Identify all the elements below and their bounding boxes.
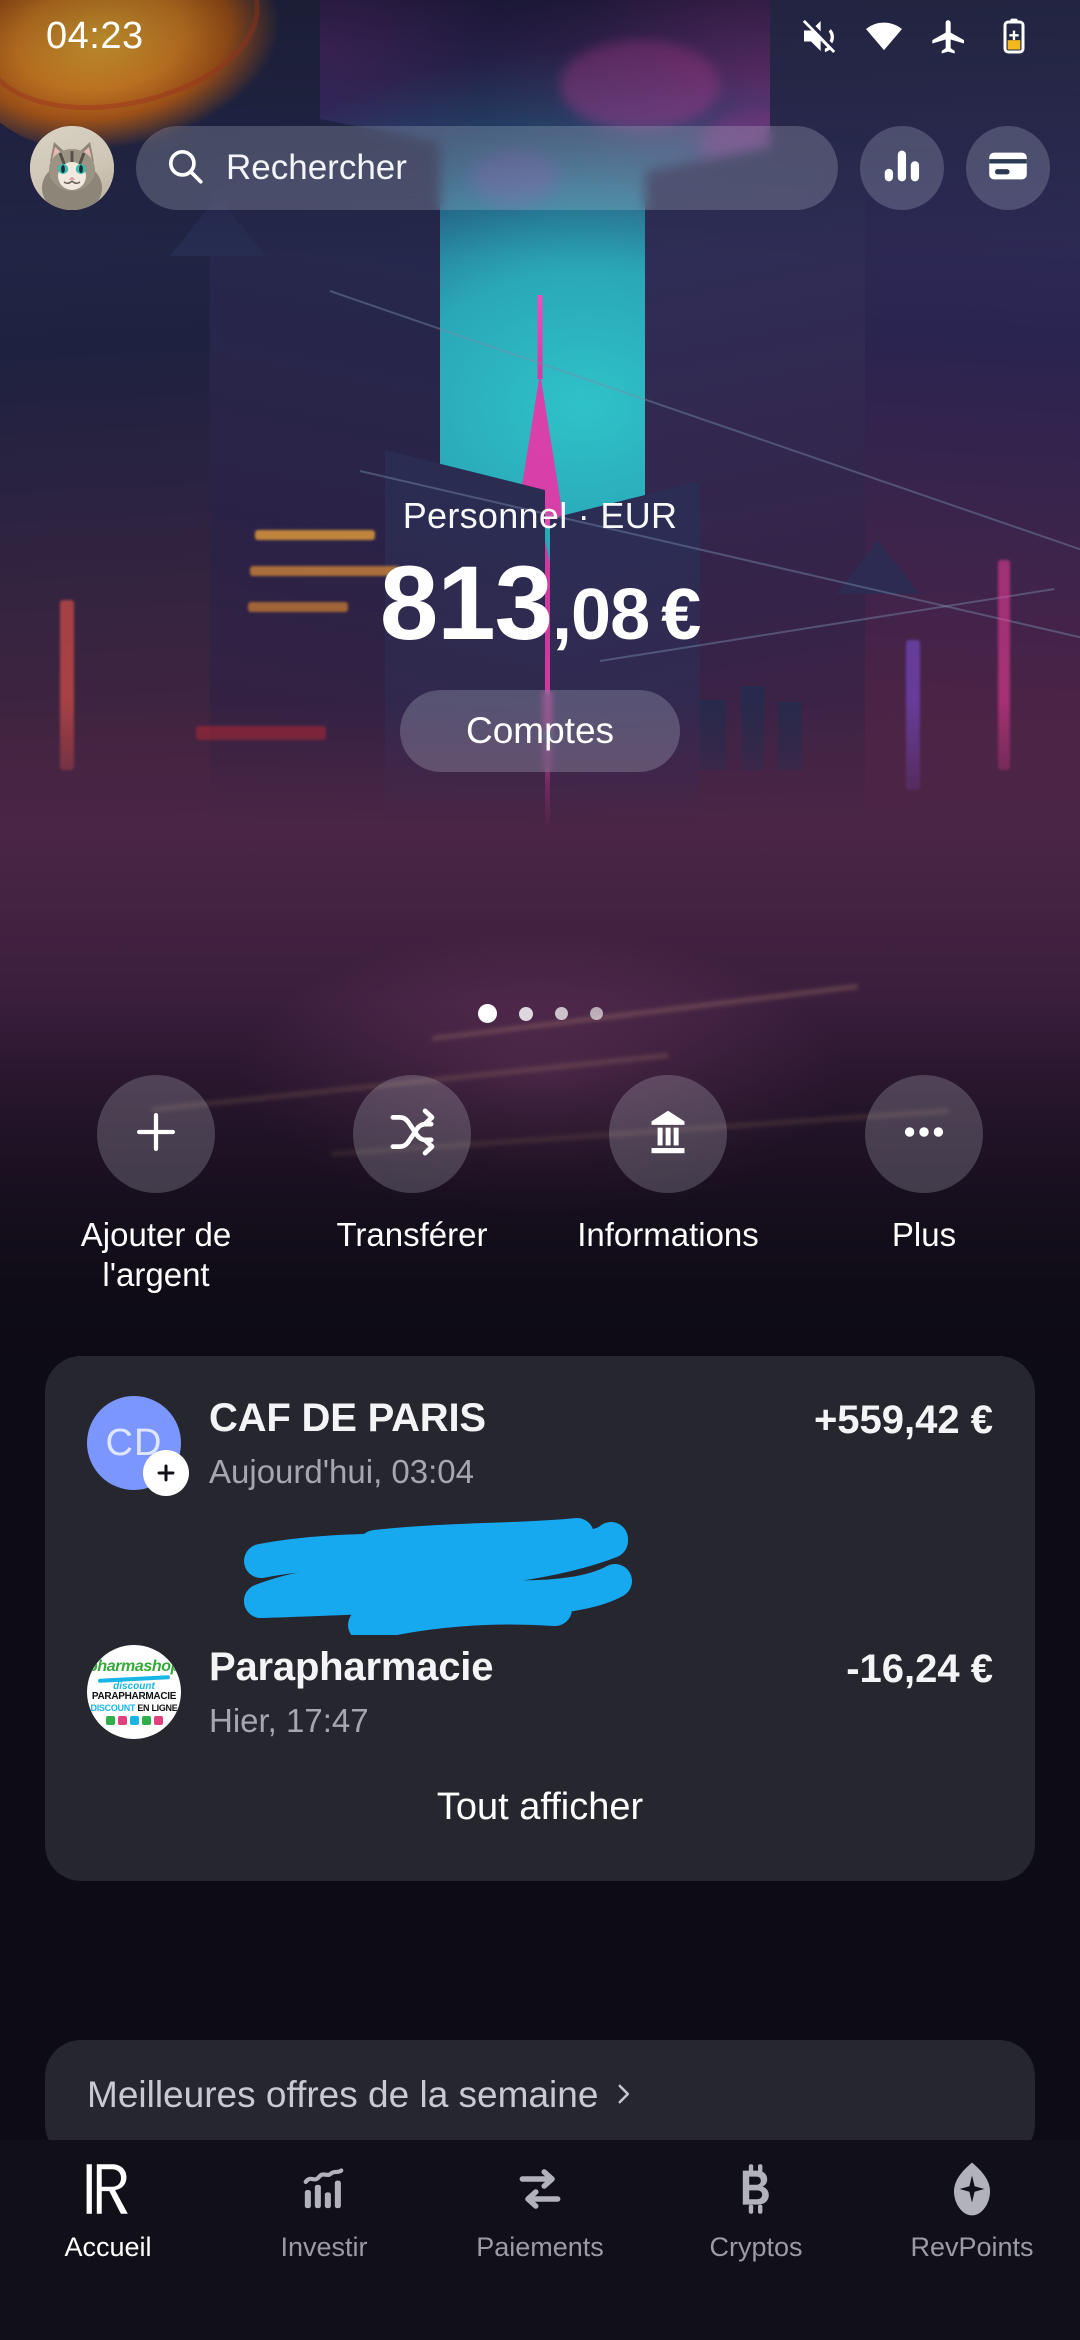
logo-line-4: DISCOUNT EN LIGNE [91, 1704, 178, 1713]
credit-card-icon [985, 143, 1031, 194]
weekly-offers-label: Meilleures offres de la semaine [87, 2074, 599, 2115]
nav-label: RevPoints [910, 2232, 1034, 2262]
investing-chart-icon [299, 2158, 349, 2220]
transaction-redacted-line-1 [209, 1501, 798, 1539]
revolut-r-icon [83, 2158, 133, 2220]
page-dot[interactable] [554, 1007, 568, 1020]
bank-building-icon [642, 1106, 694, 1163]
logo-line-4a: DISCOUNT [90, 1703, 136, 1713]
cards-button[interactable] [966, 126, 1050, 210]
transactions-card: CD CAF DE PARIS Aujourd'hui, 03:04 +559,… [45, 1356, 1035, 1881]
app-header: Rechercher [0, 118, 1080, 218]
plus-icon [143, 1450, 189, 1496]
status-bar-icons [799, 16, 1034, 56]
transaction-date: Aujourd'hui, 03:04 [209, 1453, 474, 1490]
transaction-name: CAF DE PARIS [209, 1396, 486, 1440]
page-dot-active[interactable] [477, 1004, 497, 1023]
status-bar: 04:23 [0, 0, 1080, 72]
nav-label: Accueil [64, 2232, 152, 2262]
nav-item-accueil[interactable]: Accueil [8, 2158, 208, 2263]
nav-item-revpoints[interactable]: RevPoints [872, 2158, 1072, 2263]
plus-icon [129, 1105, 183, 1164]
weekly-offers-title: Meilleures offres de la semaine [87, 2074, 993, 2116]
logo-line-4b: EN LIGNE [137, 1703, 178, 1713]
table-row[interactable]: CD CAF DE PARIS Aujourd'hui, 03:04 +559,… [45, 1396, 1035, 1587]
action-transfer[interactable]: Transférer [307, 1075, 517, 1255]
ellipsis-icon [897, 1105, 951, 1164]
transaction-redacted-line-2 [209, 1549, 798, 1587]
action-more[interactable]: Plus [819, 1075, 1029, 1255]
logo-product-icons [105, 1716, 163, 1725]
bottom-navigation: Accueil Investir Paiements Cryptos RevPo… [0, 2140, 1080, 2340]
nav-item-investir[interactable]: Investir [224, 2158, 424, 2263]
search-input[interactable]: Rechercher [136, 126, 838, 210]
action-circle [609, 1075, 727, 1193]
page-dot[interactable] [518, 1006, 533, 1021]
action-label: Plus [891, 1216, 957, 1253]
revpoints-diamond-icon [947, 2158, 997, 2220]
chevron-right-icon [610, 2074, 636, 2116]
balance-integer: 813 [379, 545, 553, 662]
wifi-icon [864, 16, 904, 56]
analytics-bars-icon [879, 143, 925, 194]
avatar[interactable] [30, 126, 114, 210]
pharmashop-logo: pharmashop discount PARAPHARMACIE DISCOU… [87, 1645, 181, 1739]
transaction-details: CAF DE PARIS Aujourd'hui, 03:04 [209, 1396, 814, 1587]
action-circle [353, 1075, 471, 1193]
page-dot[interactable] [589, 1007, 603, 1020]
balance-decimal: ,08 [552, 575, 650, 655]
nav-item-paiements[interactable]: Paiements [440, 2158, 640, 2263]
transaction-name: Parapharmacie [209, 1645, 494, 1689]
transfer-arrows-icon [515, 2158, 565, 2220]
account-label: Personnel · EUR [402, 495, 678, 536]
avatar: pharmashop discount PARAPHARMACIE DISCOU… [87, 1645, 181, 1739]
action-circle [865, 1075, 983, 1193]
action-information[interactable]: Informations [563, 1075, 773, 1255]
show-all-transactions-button[interactable]: Tout afficher [45, 1740, 1035, 1881]
transaction-date: Hier, 17:47 [209, 1702, 369, 1739]
logo-line-3: PARAPHARMACIE [91, 1691, 177, 1702]
phone-screen: 04:23 Rechercher Personnel · EUR 813,08 … [0, 0, 1080, 2340]
search-icon [164, 145, 206, 192]
shuffle-arrows-icon [385, 1105, 439, 1164]
action-label: Informations [577, 1216, 759, 1253]
transaction-amount: -16,24 € [846, 1647, 993, 1691]
page-indicator[interactable] [0, 1004, 1080, 1023]
action-label: Ajouter de l'argent [80, 1216, 232, 1294]
action-label: Transférer [336, 1216, 488, 1253]
quick-actions: Ajouter de l'argent Transférer Informati… [0, 1075, 1080, 1296]
search-placeholder: Rechercher [226, 148, 407, 187]
analytics-button[interactable] [860, 126, 944, 210]
nav-label: Paiements [476, 2232, 604, 2262]
balance-amount: 813,08 € [0, 551, 1080, 656]
cat-avatar [30, 126, 114, 210]
action-circle [97, 1075, 215, 1193]
nav-item-cryptos[interactable]: Cryptos [656, 2158, 856, 2263]
table-row[interactable]: pharmashop discount PARAPHARMACIE DISCOU… [45, 1645, 1035, 1740]
balance-currency: € [661, 575, 701, 655]
bitcoin-icon [731, 2158, 781, 2220]
balance-section: Personnel · EUR 813,08 € Comptes [0, 495, 1080, 772]
transaction-amount: +559,42 € [813, 1398, 993, 1442]
action-add-money[interactable]: Ajouter de l'argent [51, 1075, 261, 1296]
transaction-details: Parapharmacie Hier, 17:47 [209, 1645, 846, 1740]
avatar: CD [87, 1396, 189, 1496]
airplane-mode-icon [929, 16, 969, 56]
nav-label: Investir [280, 2232, 368, 2262]
accounts-button[interactable]: Comptes [399, 690, 681, 772]
logo-line-1: pharmashop [87, 1658, 181, 1675]
sound-off-icon [799, 16, 839, 56]
status-bar-clock: 04:23 [46, 14, 144, 57]
nav-label: Cryptos [709, 2232, 803, 2262]
battery-saver-icon [994, 16, 1034, 56]
